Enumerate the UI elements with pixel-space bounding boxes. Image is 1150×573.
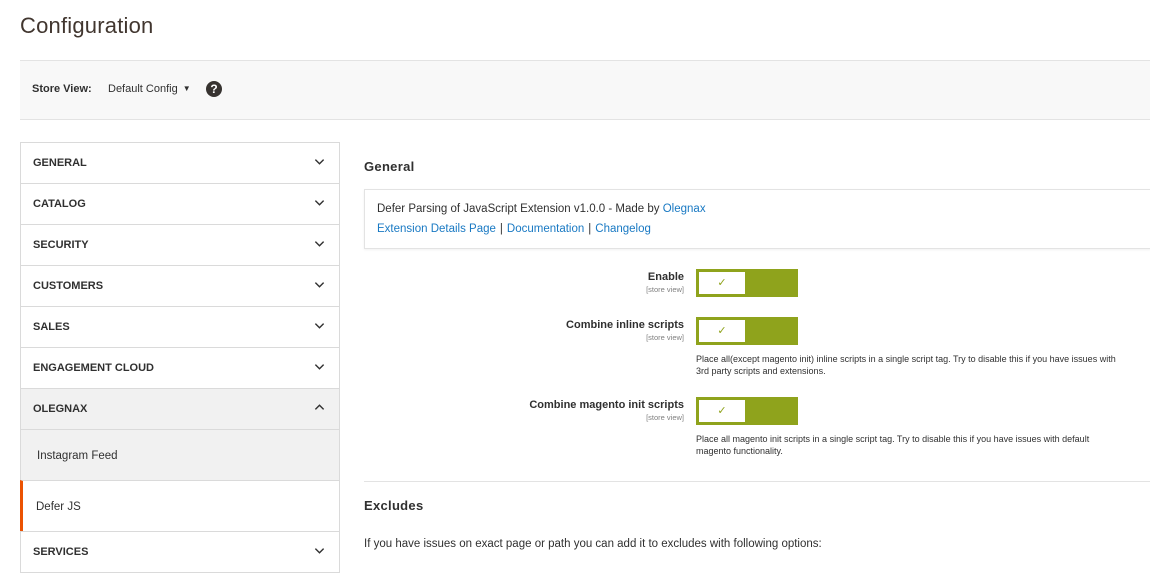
store-view-label: Store View: <box>32 83 92 95</box>
check-icon: ✓ <box>699 400 745 422</box>
check-icon: ✓ <box>699 272 745 294</box>
chevron-down-icon <box>314 282 325 288</box>
tab-label: SECURITY <box>33 239 89 251</box>
documentation-link[interactable]: Documentation <box>507 223 584 235</box>
olegnax-link[interactable]: Olegnax <box>663 203 706 215</box>
caret-down-icon: ▼ <box>182 84 191 93</box>
chevron-down-icon <box>314 548 325 554</box>
combine-init-scripts-label: Combine magento init scripts <box>529 399 684 411</box>
combine-init-scripts-toggle[interactable]: ✓ <box>696 397 798 425</box>
tab-sales[interactable]: SALES <box>20 306 340 347</box>
changelog-link[interactable]: Changelog <box>595 223 651 235</box>
scope-label: [store view] <box>646 413 684 422</box>
sidebar-item-label: Instagram Feed <box>37 450 118 462</box>
store-view-value: Default Config <box>108 83 178 95</box>
tab-security[interactable]: SECURITY <box>20 224 340 265</box>
tab-label: CATALOG <box>33 198 86 210</box>
chevron-down-icon <box>314 364 325 370</box>
scope-label: [store view] <box>646 333 684 342</box>
link-separator: | <box>588 223 592 235</box>
tab-label: ENGAGEMENT CLOUD <box>33 362 154 374</box>
combine-inline-scripts-note: Place all(except magento init) inline sc… <box>696 354 1116 376</box>
tab-label: CUSTOMERS <box>33 280 104 292</box>
link-separator: | <box>499 223 503 235</box>
scope-label: [store view] <box>646 285 684 294</box>
tab-label: SALES <box>33 321 70 333</box>
section-title-excludes[interactable]: Excludes <box>364 498 423 513</box>
tab-label: GENERAL <box>33 157 87 169</box>
extension-details-link[interactable]: Extension Details Page <box>377 223 496 235</box>
check-icon: ✓ <box>699 320 745 342</box>
chevron-down-icon <box>314 241 325 247</box>
tab-services[interactable]: SERVICES <box>20 531 340 573</box>
tab-label: OLEGNAX <box>33 403 88 415</box>
store-switcher-bar: Store View: Default Config ▼ ? <box>20 60 1150 120</box>
section-divider <box>364 481 1150 482</box>
tab-label: SERVICES <box>33 546 89 558</box>
chevron-down-icon <box>314 323 325 329</box>
config-sidebar: GENERAL CATALOG SECURITY CUSTOMERS SALES… <box>20 142 340 573</box>
tab-catalog[interactable]: CATALOG <box>20 183 340 224</box>
chevron-up-icon <box>314 404 325 410</box>
sidebar-item-label: Defer JS <box>36 501 81 513</box>
section-title-general[interactable]: General <box>364 159 415 174</box>
tab-general[interactable]: GENERAL <box>20 142 340 183</box>
enable-label: Enable <box>647 271 684 283</box>
extension-links: Extension Details Page | Documentation | Cha… <box>377 223 651 235</box>
chevron-down-icon <box>314 200 325 206</box>
enable-toggle[interactable]: ✓ <box>696 269 798 297</box>
tab-olegnax[interactable]: OLEGNAX <box>20 388 340 429</box>
sidebar-item-defer-js[interactable]: Defer JS <box>20 480 340 531</box>
tab-engagement-cloud[interactable]: ENGAGEMENT CLOUD <box>20 347 340 388</box>
combine-init-scripts-note: Place all magento init scripts in a sing… <box>696 434 1090 456</box>
combine-inline-scripts-label: Combine inline scripts <box>566 319 684 331</box>
sidebar-item-instagram-feed[interactable]: Instagram Feed <box>20 429 340 480</box>
extension-info-box: Defer Parsing of JavaScript Extension v1… <box>364 189 1150 249</box>
tab-customers[interactable]: CUSTOMERS <box>20 265 340 306</box>
extension-description: Defer Parsing of JavaScript Extension v1… <box>377 203 660 215</box>
chevron-down-icon <box>314 159 325 165</box>
excludes-description: If you have issues on exact page or path… <box>364 538 822 550</box>
combine-inline-scripts-toggle[interactable]: ✓ <box>696 317 798 345</box>
extension-info-text: Defer Parsing of JavaScript Extension v1… <box>377 203 706 215</box>
help-icon[interactable]: ? <box>206 81 222 97</box>
store-view-dropdown[interactable]: Default Config ▼ <box>108 83 191 95</box>
page-title: Configuration <box>20 13 154 38</box>
